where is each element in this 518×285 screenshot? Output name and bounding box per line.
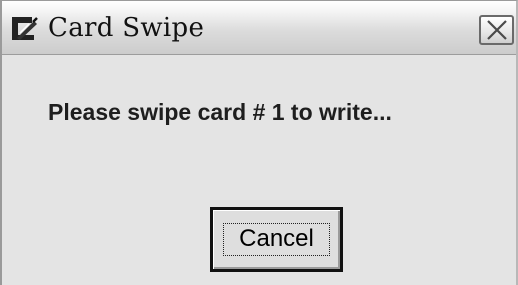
close-button[interactable] xyxy=(479,15,514,45)
cancel-button[interactable]: Cancel xyxy=(210,207,343,272)
card-swipe-dialog: Card Swipe Please swipe card # 1 to writ… xyxy=(0,0,518,285)
cancel-button-label: Cancel xyxy=(239,225,314,252)
title-bar[interactable]: Card Swipe xyxy=(2,1,516,55)
swipe-instruction-text: Please swipe card # 1 to write... xyxy=(48,99,392,125)
card-swipe-app-icon xyxy=(11,16,39,42)
window-title: Card Swipe xyxy=(48,13,205,43)
